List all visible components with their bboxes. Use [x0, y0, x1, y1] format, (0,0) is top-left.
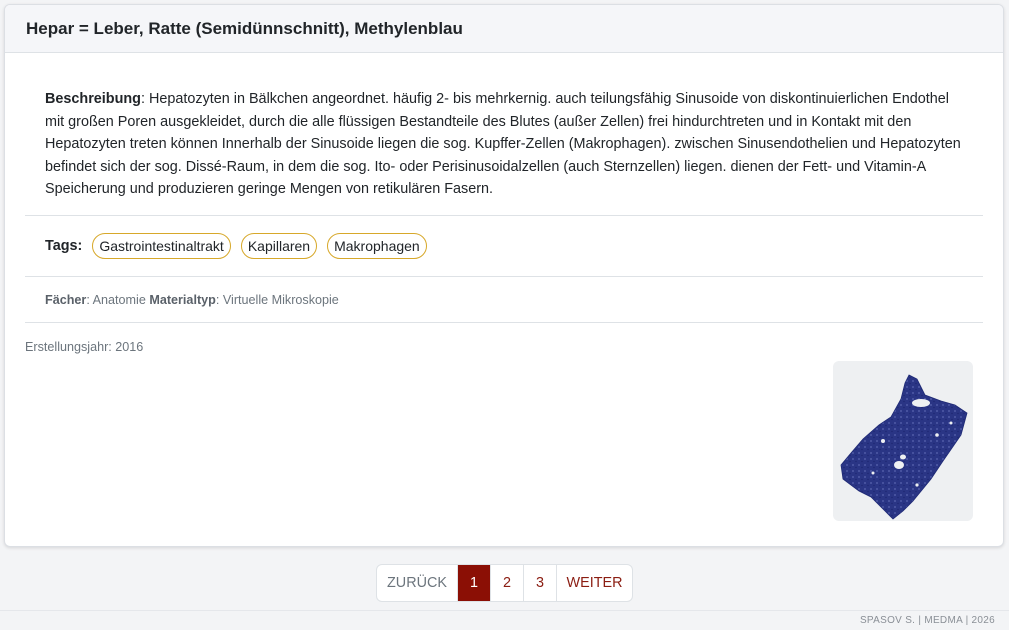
page-2-button[interactable]: 2 — [491, 565, 524, 601]
meta-section: Fächer: Anatomie Materialtyp: Virtuelle … — [25, 277, 983, 323]
page-3-button[interactable]: 3 — [524, 565, 557, 601]
tag-kapillaren[interactable]: Kapillaren — [240, 232, 318, 259]
footer-divider — [0, 610, 1009, 611]
prev-page-button[interactable]: ZURÜCK — [377, 565, 458, 601]
materialtyp-label: Materialtyp — [149, 292, 216, 307]
page-1-button[interactable]: 1 — [458, 565, 491, 601]
faecher-value: Anatomie — [92, 292, 146, 307]
tags-section: Tags: Gastrointestinaltrakt Kapillaren M… — [25, 216, 983, 277]
description-label: Beschreibung — [45, 91, 141, 107]
tag-gastrointestinaltrakt[interactable]: Gastrointestinaltrakt — [92, 232, 231, 259]
page-title: Hepar = Leber, Ratte (Semidünnschnitt), … — [26, 18, 463, 38]
tags-label: Tags: — [45, 237, 83, 254]
next-page-button[interactable]: WEITER — [557, 565, 632, 601]
description-section: Beschreibung: Hepatozyten in Bälkchen an… — [25, 53, 983, 216]
faecher-label: Fächer — [45, 292, 87, 307]
tag-makrophagen[interactable]: Makrophagen — [327, 232, 427, 259]
pagination: ZURÜCK 1 2 3 WEITER — [376, 564, 633, 602]
footer-credit: SPASOV S. | MEDMA | 2026 — [859, 615, 995, 626]
tissue-thumbnail[interactable] — [833, 361, 973, 521]
liver-tissue-slide-icon — [840, 374, 968, 520]
materialtyp-value: Virtuelle Mikroskopie — [222, 292, 339, 307]
description-text: : Hepatozyten in Bälkchen angeordnet. hä… — [45, 91, 961, 197]
card-header: Hepar = Leber, Ratte (Semidünnschnitt), … — [5, 5, 1003, 53]
